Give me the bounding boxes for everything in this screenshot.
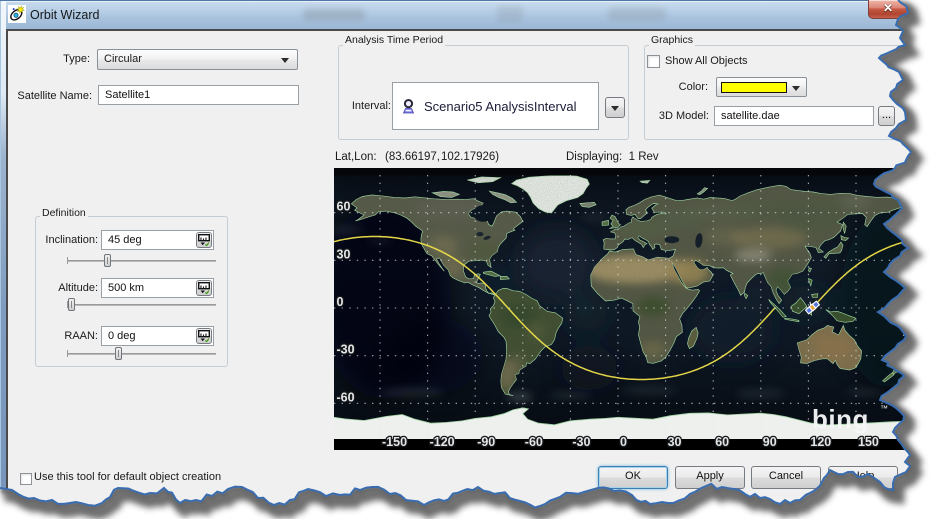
svg-text:30: 30 [337,247,351,261]
svg-text:60: 60 [337,200,351,214]
svg-text:-60: -60 [337,390,355,404]
svg-text:-150: -150 [382,435,407,449]
svg-text:0: 0 [337,295,344,309]
svg-text:90: 90 [763,435,777,449]
svg-text:-60: -60 [525,435,543,449]
svg-text:-90: -90 [477,435,495,449]
svg-text:0: 0 [620,435,627,449]
svg-text:™: ™ [880,404,888,413]
svg-text:-120: -120 [430,435,455,449]
svg-text:30: 30 [668,435,682,449]
svg-text:bing: bing [812,404,869,434]
svg-text:60: 60 [715,435,729,449]
svg-text:150: 150 [858,435,879,449]
svg-text:-30: -30 [337,343,355,357]
svg-text:-30: -30 [572,435,590,449]
svg-text:120: 120 [810,435,831,449]
